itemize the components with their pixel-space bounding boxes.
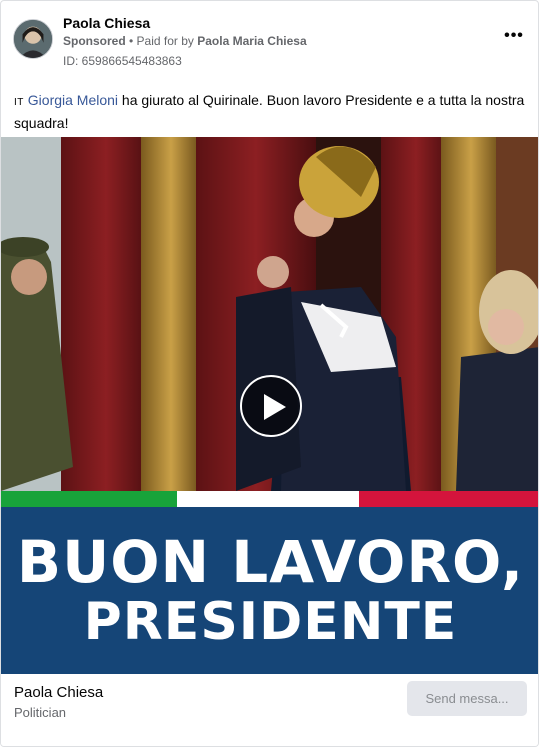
paid-for-name: Paola Maria Chiesa <box>197 34 307 48</box>
play-triangle <box>264 394 286 420</box>
ad-media[interactable]: BUON LAVORO, PRESIDENTE <box>1 137 538 674</box>
footer-page-category: Politician <box>14 705 67 720</box>
italy-flag-icon: IT <box>14 97 24 108</box>
ad-footer: Paola Chiesa Politician Send messa... <box>1 674 538 746</box>
avatar-image <box>14 20 52 58</box>
banner: BUON LAVORO, PRESIDENTE <box>1 507 538 674</box>
sponsored-info: Sponsored • Paid for by Paola Maria Chie… <box>63 34 307 48</box>
paid-for-prefix: Paid for by <box>136 34 198 48</box>
advertiser-name[interactable]: Paola Chiesa <box>63 15 150 31</box>
post-text: IT Giorgia Meloni ha giurato al Quirinal… <box>14 90 529 133</box>
footer-page-name[interactable]: Paola Chiesa <box>14 684 103 701</box>
sponsored-label: Sponsored <box>63 34 126 48</box>
stripe-red <box>359 491 538 507</box>
ad-id: ID: 659866545483863 <box>63 54 182 68</box>
stripe-white <box>177 491 359 507</box>
stripe-green <box>1 491 177 507</box>
video-thumbnail <box>1 137 538 491</box>
banner-line-2: PRESIDENTE <box>83 592 458 652</box>
avatar[interactable] <box>13 19 53 59</box>
more-options-icon[interactable]: ••• <box>502 28 526 49</box>
play-icon[interactable] <box>240 375 302 437</box>
send-message-button[interactable]: Send messa... <box>407 681 527 716</box>
ad-card: Paola Chiesa Sponsored • Paid for by Pao… <box>0 0 539 747</box>
video-frame[interactable] <box>1 137 538 491</box>
meta-separator: • <box>125 34 137 48</box>
ad-header: Paola Chiesa Sponsored • Paid for by Pao… <box>13 15 528 69</box>
banner-line-1: BUON LAVORO, <box>16 528 525 596</box>
mention-link[interactable]: Giorgia Meloni <box>28 92 118 108</box>
